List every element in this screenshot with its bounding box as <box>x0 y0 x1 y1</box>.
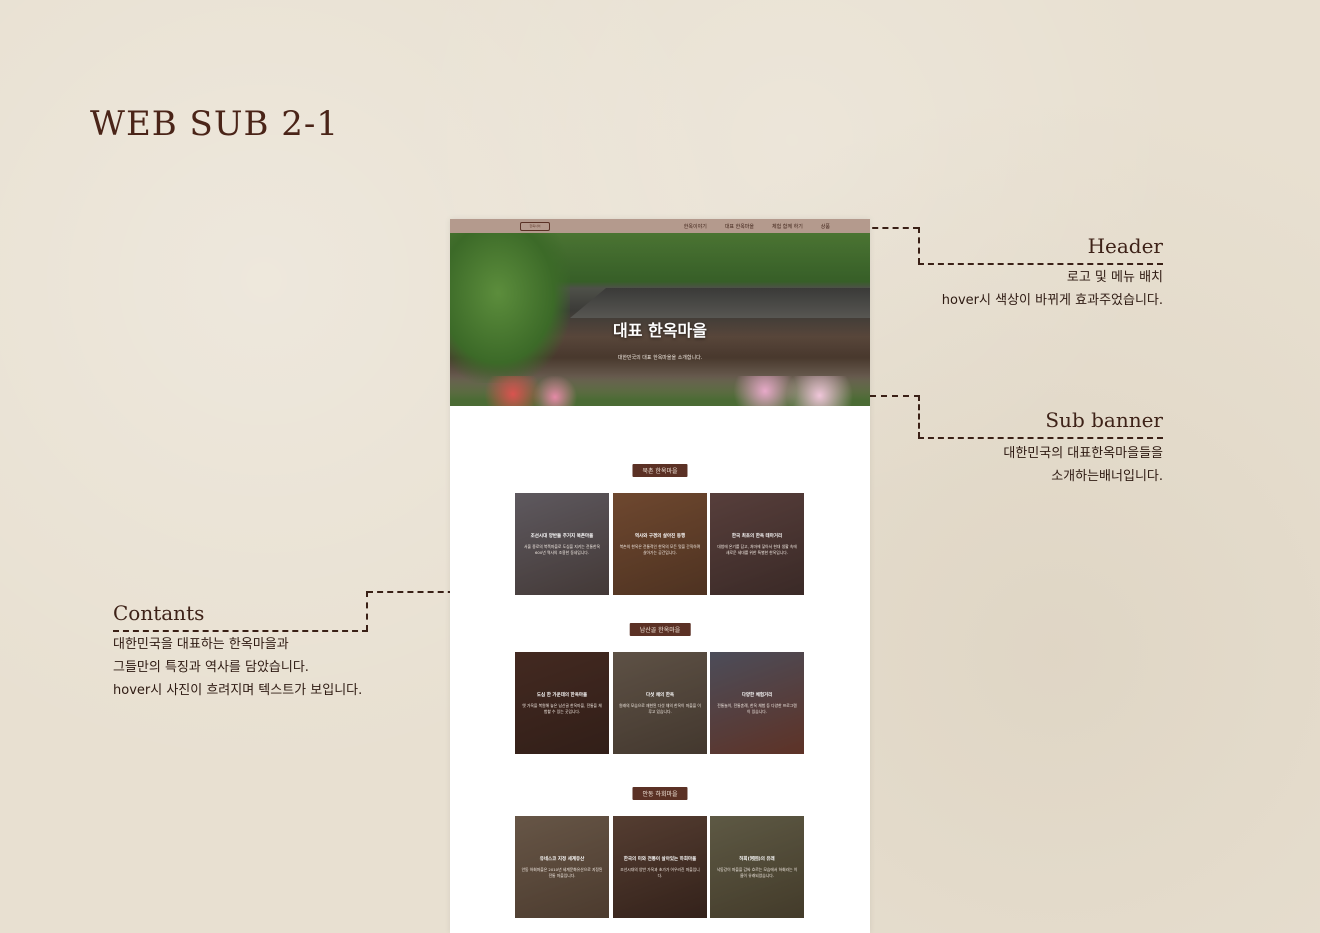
tile-description: 원래의 모습으로 재현된 다섯 채의 한옥이 마을을 이루고 있습니다. <box>619 703 701 714</box>
sub-banner-note-line: 소개하는배너입니다. <box>1051 469 1163 484</box>
village-tile[interactable]: 다섯 채의 한옥 원래의 모습으로 재현된 다섯 채의 한옥이 마을을 이루고 … <box>613 652 707 754</box>
village-tile[interactable]: 조선시대 양반들 주거지 북촌마을 서울 종로의 북쪽마을로 도심을 지키는 전… <box>515 493 609 595</box>
header-leader-line <box>862 227 919 229</box>
banner-subtitle: 대한민국의 대표 한옥마을을 소개합니다. <box>617 355 703 361</box>
tile-title: 조선시대 양반들 주거지 북촌마을 <box>530 534 594 539</box>
sub-banner-note-line: 대한민국의 대표한옥마을들을 <box>1003 446 1163 461</box>
nav-item-products[interactable]: 상품 <box>821 223 830 230</box>
village-tile[interactable]: 다양한 체험거리 전통놀이, 전통혼례, 한옥 체험 등 다양한 프로그램이 있… <box>710 652 804 754</box>
board-title: WEB SUB 2-1 <box>90 104 340 144</box>
site-nav: 한옥이야기 대표 한옥마을 체험 함께 하기 상품 <box>684 223 830 230</box>
tile-description: 서울 종로의 북쪽마을로 도심을 지키는 전통한옥 600년 역사의 조용한 동… <box>524 544 600 555</box>
tile-description: 북촌의 한옥은 전통적인 한옥의 모든 멋을 간직하며 살아가는 공간입니다. <box>619 544 701 555</box>
header-note-title: Header <box>1087 234 1163 258</box>
tile-description: 대청에 온기를 담고, 처마에 닿아서 현대 생활 속에 새로운 세대를 위한 … <box>717 544 797 555</box>
tile-description: 전통놀이, 전통혼례, 한옥 체험 등 다양한 프로그램이 있습니다. <box>717 703 797 714</box>
tile-title: 한국의 미와 전통이 살아있는 하회마을 <box>623 857 697 862</box>
nav-item-experience[interactable]: 체험 함께 하기 <box>772 223 803 230</box>
contents-note-line: 대한민국을 대표하는 한옥마을과 <box>113 637 289 652</box>
tile-title: 유네스코 지정 세계유산 <box>539 857 585 862</box>
tile-title: 한국 최초의 한옥 테마거리 <box>731 534 783 539</box>
section-label: 남산골 한옥마을 <box>629 623 691 636</box>
sub-banner: 대표 한옥마을 대한민국의 대표 한옥마을을 소개합니다. <box>450 233 870 406</box>
section-label: 안동 하회마을 <box>632 787 688 800</box>
tile-title: 도심 한 가운데의 한옥마을 <box>536 693 588 698</box>
sub-banner-note: Sub banner 대한민국의 대표한옥마을들을 소개하는배너입니다. <box>863 408 1163 488</box>
nav-item-hanok-story[interactable]: 한옥이야기 <box>684 223 707 230</box>
village-tile[interactable]: 하회(河回)의 유래 낙동강이 마을을 감싸 흐르는 모습에서 하회라는 이름이… <box>710 816 804 918</box>
banner-hanok-roof <box>570 288 870 318</box>
header-note-line: hover시 색상이 바뀌게 효과주었습니다. <box>941 293 1163 308</box>
village-tile[interactable]: 유네스코 지정 세계유산 안동 하회마을은 2010년 세계문화유산으로 지정된… <box>515 816 609 918</box>
tile-title: 하회(河回)의 유래 <box>739 857 775 862</box>
contents-note-title: Contants <box>113 601 205 625</box>
tile-title: 역사와 구경의 살아진 동행 <box>634 534 686 539</box>
tile-description: 옛 가옥을 복원해 놓은 남산골 한옥마을, 전통을 체험할 수 있는 곳입니다… <box>522 703 602 714</box>
tile-description: 낙동강이 마을을 감싸 흐르는 모습에서 하회라는 이름이 유래되었습니다. <box>716 867 798 878</box>
contents-note-line: hover시 사진이 흐려지며 텍스트가 보입니다. <box>113 683 363 698</box>
banner-title: 대표 한옥마을 <box>613 321 707 340</box>
website-mockup: 한옥사이 한옥이야기 대표 한옥마을 체험 함께 하기 상품 대표 한옥마을 대… <box>450 219 870 933</box>
nav-item-hanok-village[interactable]: 대표 한옥마을 <box>725 223 754 230</box>
village-tile[interactable]: 도심 한 가운데의 한옥마을 옛 가옥을 복원해 놓은 남산골 한옥마을, 전통… <box>515 652 609 754</box>
site-header: 한옥사이 한옥이야기 대표 한옥마을 체험 함께 하기 상품 <box>450 219 870 233</box>
tile-description: 조선시대의 양반 가옥과 초가가 어우러진 마을입니다. <box>620 867 700 878</box>
section-label: 북촌 한옥마을 <box>632 464 688 477</box>
tile-description: 안동 하회마을은 2010년 세계문화유산으로 지정된 전통 마을입니다. <box>521 867 603 878</box>
village-tile[interactable]: 역사와 구경의 살아진 동행 북촌의 한옥은 전통적인 한옥의 모든 멋을 간직… <box>613 493 707 595</box>
banner-flowers <box>450 376 870 406</box>
contents-note: Contants 대한민국을 대표하는 한옥마을과 그들만의 특징과 역사를 담… <box>113 601 433 702</box>
sub-banner-note-title: Sub banner <box>1045 408 1163 432</box>
tile-title: 다양한 체험거리 <box>741 693 773 698</box>
header-note: Header 로고 및 메뉴 배치 hover시 색상이 바뀌게 효과주었습니다… <box>863 234 1163 312</box>
contents-note-line: 그들만의 특징과 역사를 담았습니다. <box>113 660 309 675</box>
village-tile[interactable]: 한국 최초의 한옥 테마거리 대청에 온기를 담고, 처마에 닿아서 현대 생활… <box>710 493 804 595</box>
site-logo[interactable]: 한옥사이 <box>520 221 550 231</box>
banner-leader-line <box>870 395 920 397</box>
tile-title: 다섯 채의 한옥 <box>646 693 674 698</box>
header-note-line: 로고 및 메뉴 배치 <box>1066 270 1163 285</box>
village-tile[interactable]: 한국의 미와 전통이 살아있는 하회마을 조선시대의 양반 가옥과 초가가 어우… <box>613 816 707 918</box>
